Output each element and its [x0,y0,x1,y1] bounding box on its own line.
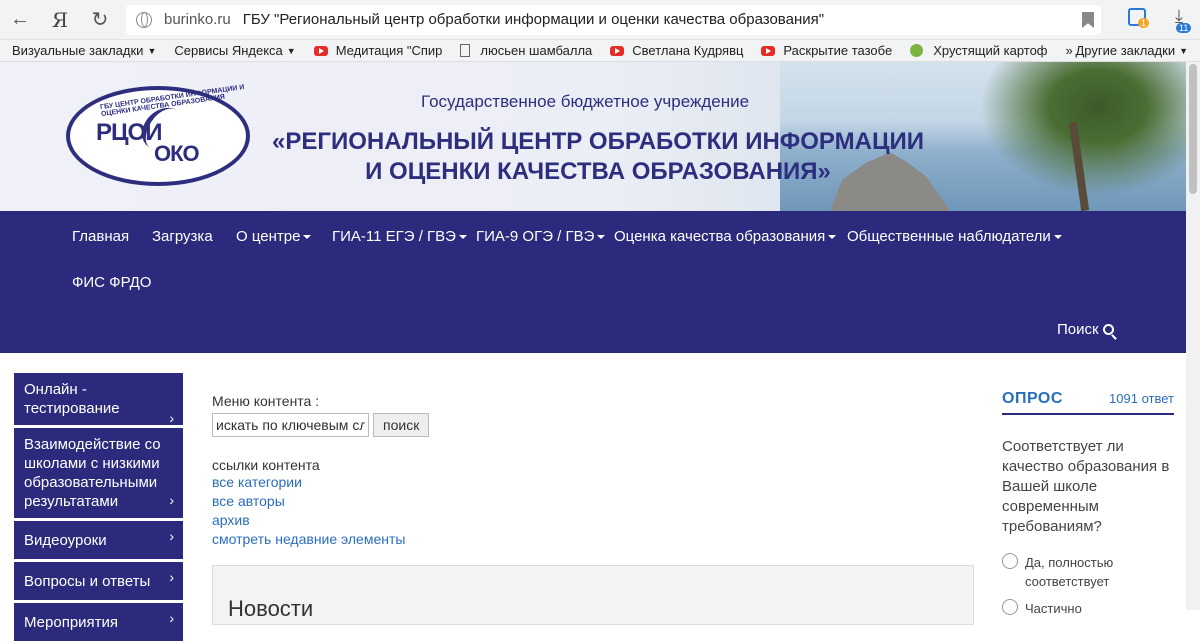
link-all-authors[interactable]: все авторы [212,492,429,511]
bookmark-label: люсьен шамбалла [480,43,593,58]
bookmark-label: Визуальные закладки [12,43,144,58]
content-menu: Меню контента : поиск ссылки контента вс… [212,393,430,549]
bookmark-label: Другие закладки [1075,43,1176,58]
poll-option-label: Да, полностью соответствует [1025,555,1114,589]
sidebar-item-events[interactable]: Мероприятия › [14,603,183,641]
sidebar-item-label: Вопросы и ответы [24,573,151,590]
header-title: «РЕГИОНАЛЬНЫЙ ЦЕНТР ОБРАБОТКИ ИНФОРМАЦИИ… [272,128,924,185]
content-menu-label: Меню контента : [212,393,320,409]
other-bookmarks[interactable]: Другие закладки ▼ [1075,43,1188,58]
logo-main-text: РЦОИ [96,119,162,146]
chevron-right-icon: › [169,410,174,426]
globe-icon [136,11,152,28]
bookmark-item[interactable]: Раскрытие тазобе [761,43,892,58]
header-subtitle: Государственное бюджетное учреждение [421,92,750,111]
nav-item-about[interactable]: О центре [236,228,311,245]
poll-widget: ОПРОС 1091 ответ Соответствует ли качест… [1002,390,1174,618]
caret-down-icon: ▼ [286,45,296,56]
bookmark-item[interactable]: люсьен шамбалла [460,43,592,58]
poll-answer-count[interactable]: 1091 ответ [1109,391,1174,406]
news-title: Новости [228,596,314,621]
poll-option[interactable]: Частично [1002,599,1174,618]
yandex-button[interactable]: Я [40,0,80,40]
double-chevron-icon: » [1065,43,1073,58]
poll-option-label: Частично [1025,601,1082,616]
bookmark-item[interactable]: Светлана Кудрявц [610,43,743,58]
back-button[interactable]: ← [0,0,40,40]
sidebar: Онлайн - тестирование › Взаимодействие со… [14,373,183,644]
extension-button[interactable]: 1 [1128,8,1152,32]
sidebar-item-label: Онлайн - тестирование [24,381,120,417]
site-search-button[interactable]: Поиск [1057,321,1114,338]
scrollbar-thumb[interactable] [1189,64,1197,194]
address-bar[interactable]: burinko.ru ГБУ "Региональный центр обраб… [126,4,1101,35]
chevron-right-icon: › [169,569,174,585]
caret-down-icon: ▼ [1179,45,1188,56]
search-button[interactable]: поиск [373,413,430,437]
bookmark-label: Светлана Кудрявц [632,43,744,58]
url-domain: burinko.ru [164,11,231,28]
document-icon [460,44,471,57]
bookmark-label: Раскрытие тазобе [783,43,893,58]
extension-badge: 1 [1138,18,1150,28]
poll-question: Соответствует ли качество образования в … [1002,438,1170,535]
nav-item-gia11[interactable]: ГИА-11 ЕГЭ / ГВЭ [332,228,467,245]
content-search-form: поиск [212,413,430,437]
bookmark-label: Сервисы Яндекса [174,43,283,58]
content-links-label: ссылки контента [212,457,320,473]
sidebar-item-video-lessons[interactable]: Видеоуроки › [14,521,183,559]
caret-down-icon: ▼ [147,45,157,56]
chevron-right-icon: › [169,528,174,544]
nav-item-gia9[interactable]: ГИА-9 ОГЭ / ГВЭ [476,228,605,245]
search-icon [1102,324,1114,335]
youtube-icon [610,45,625,56]
nav-item-quality[interactable]: Оценка качества образования [614,228,836,245]
tab-page-title: ГБУ "Региональный центр обработки информ… [242,11,825,28]
nav-item-download[interactable]: Загрузка [152,228,213,245]
nav-item-observers[interactable]: Общественные наблюдатели [847,228,1062,245]
site-logo[interactable]: ГБУ ЦЕНТР ОБРАБОТКИ ИНФОРМАЦИИ И ОЦЕНКИ … [66,84,250,186]
bookmark-item[interactable]: Медитация "Спир [313,43,443,58]
link-all-categories[interactable]: все категории [212,473,429,492]
bookmark-item[interactable]: Хрустящий картоф [910,43,1048,58]
chevron-right-icon: › [169,610,174,626]
poll-header: ОПРОС 1091 ответ [1002,390,1174,415]
bookmarks-more-button[interactable]: » [1066,43,1073,58]
downloads-button[interactable]: ⤓ 11 [1166,6,1192,36]
link-archive[interactable]: архив [212,511,429,530]
radio-button[interactable] [1002,599,1018,615]
page-scrollbar[interactable] [1186,62,1200,610]
nav-item-fis-frdo[interactable]: ФИС ФРДО [72,274,151,291]
sidebar-item-label: Мероприятия [24,614,119,631]
poll-option[interactable]: Да, полностью соответствует [1002,553,1174,591]
nav-item-home[interactable]: Главная [72,228,129,245]
search-label: Поиск [1057,321,1099,338]
browser-toolbar: ← Я ↻ burinko.ru ГБУ "Региональный центр… [0,0,1200,40]
leaf-icon [910,44,924,57]
main-navigation: Главная Загрузка О центре ГИА-11 ЕГЭ / Г… [0,211,1200,353]
reload-button[interactable]: ↻ [80,0,120,40]
youtube-icon [761,45,776,56]
bookmark-visual[interactable]: Визуальные закладки ▼ [12,43,156,58]
downloads-badge: 11 [1176,23,1192,33]
sidebar-item-label: Видеоуроки [24,532,107,549]
bookmark-label: Хрустящий картоф [933,43,1048,58]
bookmarks-bar: Визуальные закладки ▼ Сервисы Яндекса ▼ Ме… [0,40,1200,62]
sidebar-item-faq[interactable]: Вопросы и ответы › [14,562,183,600]
sidebar-item-online-testing[interactable]: Онлайн - тестирование › [14,373,183,426]
news-section: Новости [212,565,974,625]
keyword-search-input[interactable] [212,413,369,437]
bookmark-label: Медитация "Спир [335,43,443,58]
youtube-icon [313,45,328,56]
chevron-right-icon: › [169,492,174,508]
sidebar-item-low-results-schools[interactable]: Взаимодействие со школами с низкими обра… [14,428,183,518]
poll-title: ОПРОС [1002,390,1063,407]
site-header: ГБУ ЦЕНТР ОБРАБОТКИ ИНФОРМАЦИИ И ОЦЕНКИ … [0,62,1200,211]
bookmark-yandex-services[interactable]: Сервисы Яндекса ▼ [174,43,295,58]
sidebar-item-label: Взаимодействие со школами с низкими обра… [24,436,161,510]
link-recent-items[interactable]: смотреть недавние элементы [212,530,429,549]
logo-sub-text: ОКО [154,141,200,166]
radio-button[interactable] [1002,553,1018,569]
